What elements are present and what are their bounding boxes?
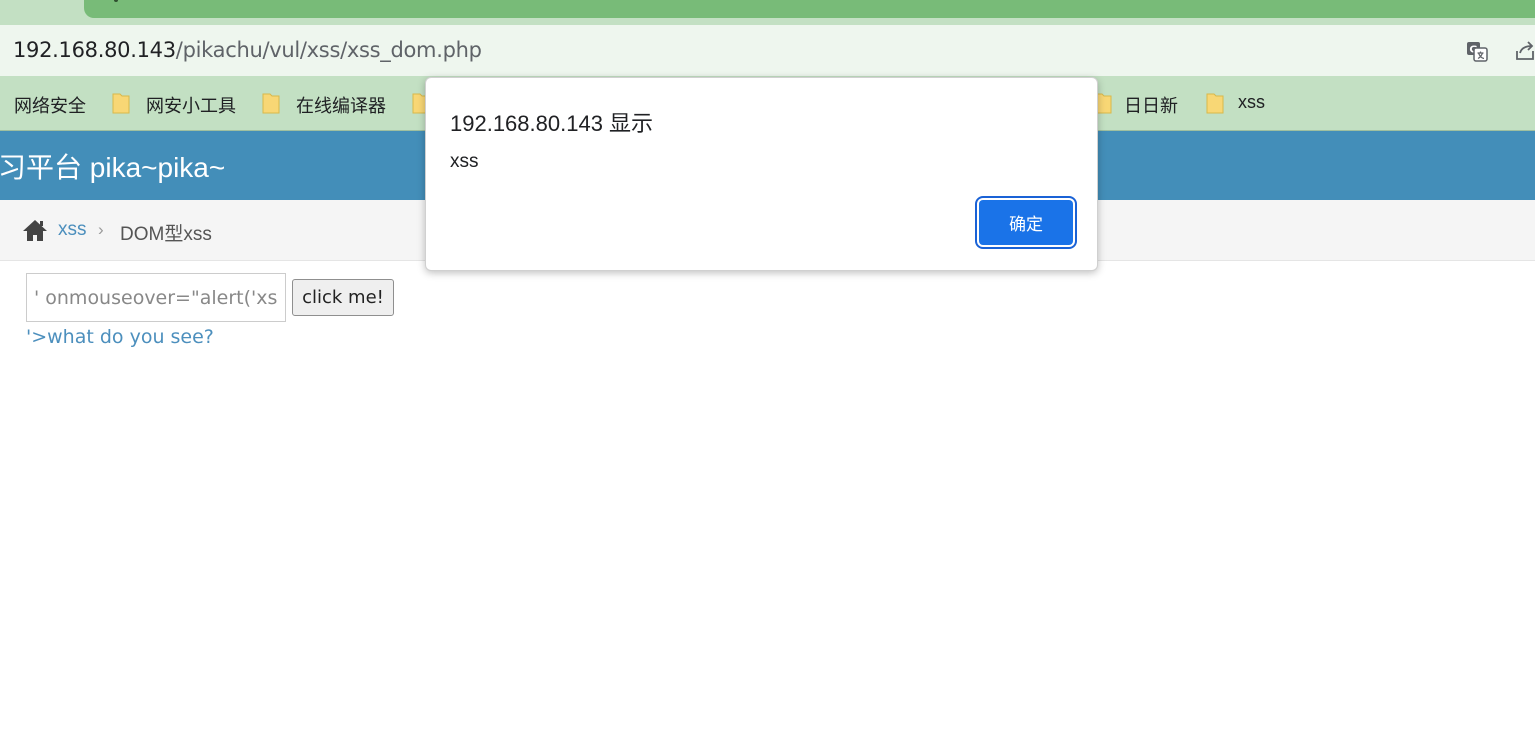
bookmark-security-tools[interactable]: 网安小工具 xyxy=(146,92,236,118)
folder-icon xyxy=(112,93,130,114)
dialog-title: 192.168.80.143 显示 xyxy=(450,111,654,136)
folder-icon xyxy=(1206,93,1224,114)
bookmark-xss[interactable]: xss xyxy=(1238,92,1265,113)
url-path: /pikachu/vul/xss/xss_dom.php xyxy=(175,38,482,62)
share-icon[interactable] xyxy=(1514,40,1535,62)
url-host: 192.168.80.143 xyxy=(13,38,176,62)
site-title: 习平台 pika~pika~ xyxy=(0,152,226,183)
dialog-message: xss xyxy=(450,151,479,172)
bookmark-network-security[interactable]: 网络安全 xyxy=(14,92,86,118)
ok-button[interactable]: 确定 xyxy=(979,200,1073,245)
xss-payload-input[interactable] xyxy=(26,273,286,322)
bookmark-daily[interactable]: 日日新 xyxy=(1124,92,1178,118)
url-text[interactable]: 192.168.80.143/pikachu/vul/xss/xss_dom.p… xyxy=(13,38,482,62)
result-link[interactable]: '>what do you see? xyxy=(26,326,214,348)
breadcrumb-xss-link[interactable]: xss xyxy=(58,219,87,241)
folder-icon xyxy=(262,93,280,114)
home-icon xyxy=(23,220,47,241)
alert-dialog: 192.168.80.143 显示 xss 确定 xyxy=(425,77,1098,271)
translate-icon[interactable]: G xyxy=(1466,40,1488,62)
bookmark-online-compiler[interactable]: 在线编译器 xyxy=(296,92,386,118)
chevron-right-icon: › xyxy=(98,220,104,239)
click-me-button[interactable]: click me! xyxy=(292,279,394,316)
active-tab[interactable] xyxy=(84,0,1535,18)
breadcrumb-current: DOM型xss xyxy=(120,224,212,245)
